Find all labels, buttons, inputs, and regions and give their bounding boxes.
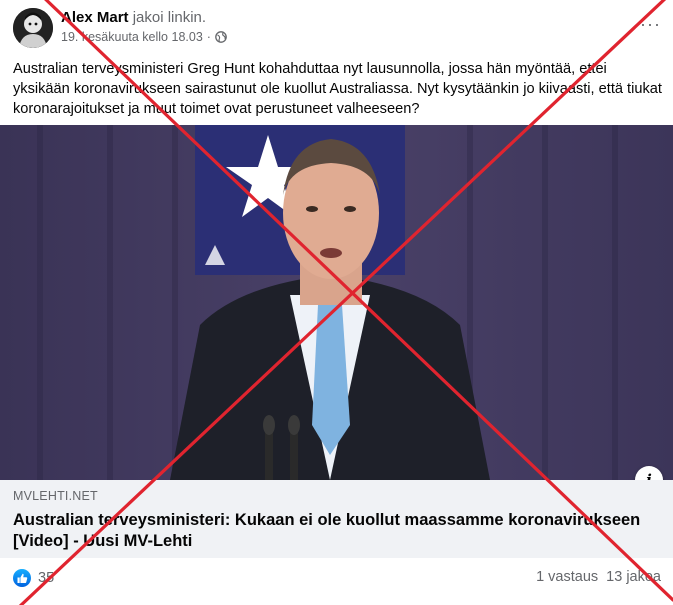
link-preview[interactable]: MVLEHTI.NET Australian terveysministeri:… — [0, 480, 673, 558]
engagement-counts: 1 vastaus 13 jakoa — [536, 569, 661, 585]
reaction-count: 35 — [38, 570, 55, 586]
link-title[interactable]: Australian terveysministeri: Kukaan ei o… — [13, 510, 658, 552]
timestamp[interactable]: 19. kesäkuuta kello 18.03 — [61, 30, 203, 44]
post-stats: 35 1 vastaus 13 jakoa — [0, 558, 673, 605]
author-name[interactable]: Alex Mart — [61, 9, 129, 26]
shares-count[interactable]: 13 jakoa — [606, 569, 661, 585]
post-text: Australian terveysministeri Greg Hunt ko… — [13, 61, 662, 117]
reactions[interactable]: 35 — [13, 569, 54, 587]
link-preview-image[interactable] — [0, 125, 673, 480]
comments-count[interactable]: 1 vastaus — [536, 569, 598, 585]
author-action: jakoi linkin. — [132, 9, 207, 26]
meta-separator: · — [206, 30, 211, 44]
avatar[interactable] — [13, 8, 53, 48]
like-icon — [13, 569, 31, 587]
globe-icon — [215, 31, 227, 43]
post-meta: 19. kesäkuuta kello 18.03 · — [61, 30, 227, 44]
author-line: Alex Mart jakoi linkin. — [61, 9, 206, 26]
more-options-button[interactable]: ··· — [640, 14, 661, 35]
post-header: Alex Mart jakoi linkin. 19. kesäkuuta ke… — [0, 0, 673, 54]
link-domain: MVLEHTI.NET — [13, 489, 98, 503]
